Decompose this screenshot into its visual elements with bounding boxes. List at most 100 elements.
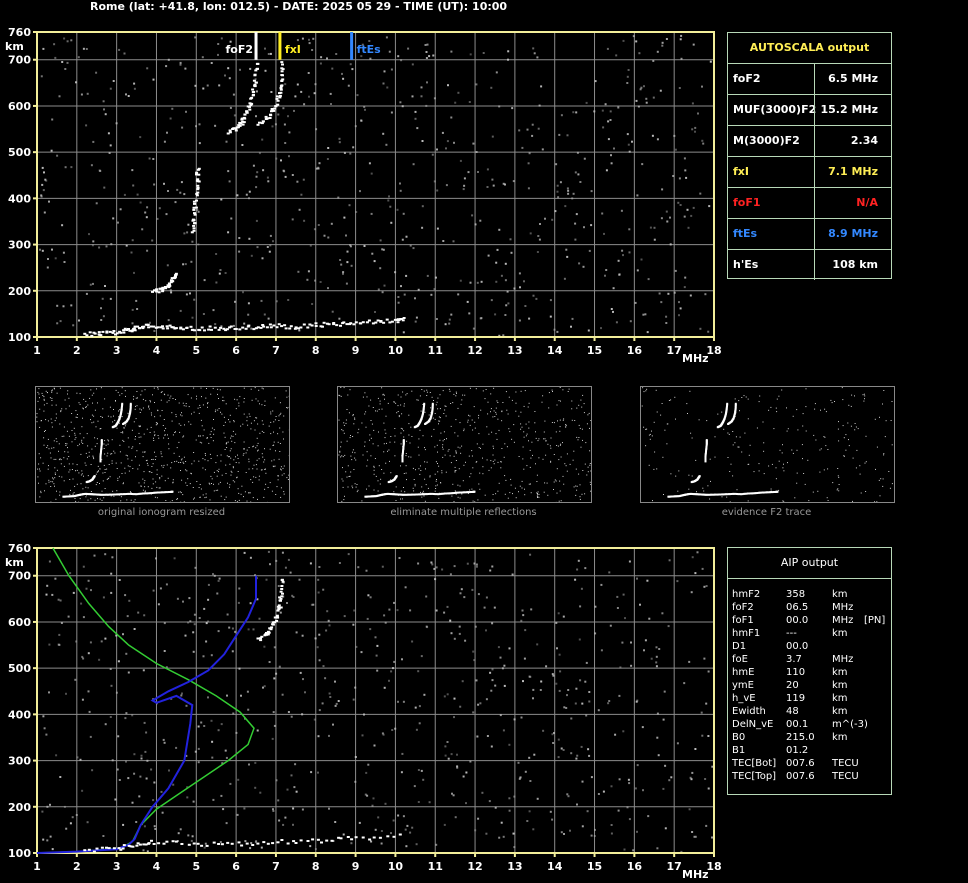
noise-dot — [688, 474, 690, 476]
noise-dot — [568, 388, 570, 390]
noise-dot — [152, 483, 154, 485]
noise-dot — [371, 423, 373, 425]
y-tick-label: 500 — [8, 146, 31, 159]
noise-dot — [183, 232, 186, 235]
noise-dot — [707, 787, 710, 790]
noise-dot — [127, 671, 130, 674]
noise-dot — [342, 486, 344, 488]
noise-dot — [111, 460, 113, 462]
noise-dot — [737, 446, 739, 448]
noise-dot — [231, 627, 234, 630]
aip-value: 20 — [786, 680, 799, 691]
trace-point — [152, 843, 156, 845]
noise-dot — [80, 483, 82, 485]
noise-dot — [279, 611, 282, 614]
noise-dot — [91, 414, 93, 416]
noise-dot — [38, 463, 40, 465]
noise-dot — [144, 491, 146, 493]
aip-unit: km — [832, 589, 848, 600]
trace-point — [225, 328, 229, 331]
noise-dot — [363, 105, 366, 108]
noise-dot — [153, 387, 155, 389]
noise-dot — [243, 401, 245, 403]
noise-dot — [236, 477, 238, 479]
noise-dot — [115, 634, 118, 637]
noise-dot — [207, 460, 209, 462]
noise-dot — [536, 481, 538, 482]
noise-dot — [229, 450, 231, 452]
noise-dot — [584, 567, 587, 570]
noise-dot — [492, 184, 495, 187]
noise-dot — [686, 403, 688, 405]
noise-dot — [230, 217, 233, 220]
noise-dot — [143, 433, 145, 435]
noise-dot — [518, 415, 520, 417]
aip-unit: km — [832, 706, 848, 717]
noise-dot — [280, 487, 282, 489]
noise-dot — [471, 588, 474, 591]
noise-dot — [108, 440, 110, 442]
trace-point — [234, 328, 238, 330]
noise-dot — [412, 247, 415, 250]
aip-unit: m^(-3) — [832, 719, 868, 730]
noise-dot — [37, 391, 39, 393]
noise-dot — [382, 132, 385, 135]
noise-dot — [347, 553, 350, 556]
noise-dot — [547, 494, 549, 496]
noise-dot — [493, 606, 496, 609]
trace-point — [192, 229, 196, 232]
noise-dot — [288, 131, 291, 134]
noise-dot — [206, 437, 208, 439]
noise-dot — [135, 299, 138, 302]
noise-dot — [601, 212, 604, 215]
noise-dot — [609, 119, 612, 121]
noise-dot — [543, 431, 545, 433]
noise-dot — [175, 431, 176, 433]
trace-point — [279, 590, 283, 593]
noise-dot — [636, 764, 639, 767]
noise-dot — [469, 415, 471, 417]
noise-dot — [183, 456, 185, 458]
noise-dot — [352, 449, 354, 451]
trace-point — [213, 326, 217, 329]
noise-dot — [714, 456, 716, 458]
noise-dot — [550, 461, 552, 463]
noise-dot — [237, 471, 239, 472]
noise-dot — [572, 111, 575, 114]
aip-param: h_vE — [732, 693, 756, 704]
trace-point — [376, 319, 380, 322]
noise-dot — [243, 413, 245, 415]
noise-dot — [635, 40, 638, 43]
noise-dot — [348, 204, 351, 207]
noise-dot — [529, 232, 532, 235]
noise-dot — [144, 490, 146, 492]
noise-dot — [264, 405, 266, 406]
noise-dot — [201, 56, 204, 59]
noise-dot — [264, 459, 266, 461]
noise-dot — [411, 640, 414, 643]
noise-dot — [210, 437, 212, 438]
noise-dot — [683, 157, 686, 160]
noise-dot — [260, 299, 263, 302]
noise-dot — [457, 484, 459, 486]
noise-dot — [528, 675, 531, 678]
noise-dot — [424, 449, 426, 451]
trace-point — [256, 123, 260, 126]
noise-dot — [76, 417, 78, 418]
noise-dot — [584, 493, 586, 495]
noise-dot — [110, 572, 113, 575]
noise-dot — [53, 447, 55, 449]
noise-dot — [183, 501, 185, 502]
noise-dot — [389, 441, 391, 443]
trace-point — [276, 841, 280, 844]
noise-dot — [167, 434, 168, 436]
noise-dot — [519, 776, 522, 779]
trace-point — [270, 108, 274, 110]
noise-dot — [501, 420, 503, 422]
noise-dot — [355, 645, 358, 648]
noise-dot — [691, 102, 694, 105]
noise-dot — [283, 438, 284, 440]
noise-dot — [279, 414, 281, 415]
noise-dot — [90, 491, 92, 492]
noise-dot — [123, 52, 126, 55]
